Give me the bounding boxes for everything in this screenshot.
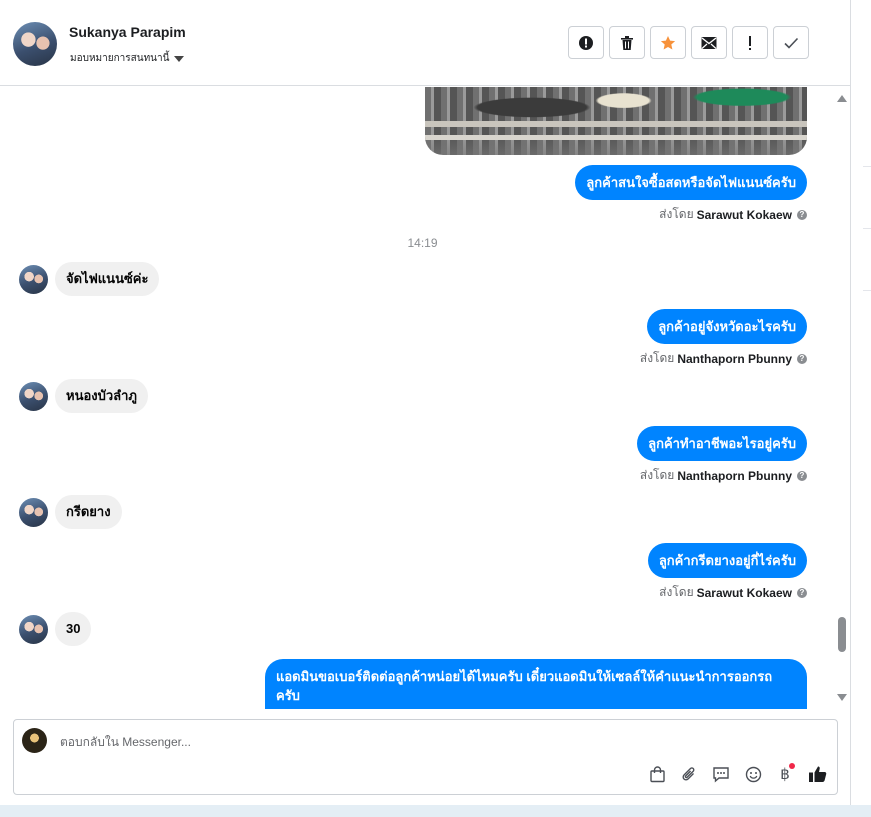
outgoing-message[interactable]: ลูกค้ากรีดยางอยู่กี่ไร่ครับ [647,543,807,578]
incoming-message-row: 30 [19,612,92,646]
star-icon [660,35,676,49]
caret-down-icon [174,55,185,62]
mark-unread-button[interactable] [691,26,727,59]
baht-icon[interactable]: ฿ [775,763,795,784]
check-icon [784,37,799,49]
sent-by-label: ส่งโดย Nanthaporn Pbunny ? [640,349,807,368]
notification-dot [789,763,795,769]
photo-detail [425,135,807,140]
incoming-message[interactable]: หนองบัวลำภู [55,379,148,413]
sender-name[interactable]: Nanthaporn Pbunny [677,352,792,366]
saved-reply-icon[interactable] [711,764,731,784]
sent-by-label: ส่งโดย Sarawut Kokaew ? [659,583,807,602]
page-background [0,805,871,817]
done-button[interactable] [773,26,809,59]
incoming-message[interactable]: จัดไฟแนนซ์ค่ะ [55,262,160,296]
sent-by-label: ส่งโดย Sarawut Kokaew ? [659,205,807,224]
engine-photo[interactable] [425,87,807,155]
contact-avatar-small[interactable] [19,264,48,294]
message-line: แอดมินขอเบอร์ติดต่อลูกค้าหน่อยได้ไหมครับ… [276,669,773,684]
attachment-icon[interactable] [679,764,699,784]
outgoing-message-long[interactable]: แอดมินขอเบอร์ติดต่อลูกค้าหน่อยได้ไหมครับ… [265,659,807,709]
action-toolbar [568,26,809,59]
timestamp: 14:19 [407,236,438,250]
help-icon[interactable]: ? [797,470,807,481]
outgoing-message[interactable]: ลูกค้าสนใจซื้อสดหรือจัดไฟแนนซ์ครับ [575,165,807,200]
reply-input[interactable] [58,730,562,754]
sent-by-prefix: ส่งโดย [639,468,675,482]
divider [863,228,871,229]
delete-button[interactable] [609,26,645,59]
side-panel-edge [851,0,871,805]
sender-name[interactable]: Sarawut Kokaew [697,586,792,600]
sent-by-prefix: ส่งโดย [659,207,694,221]
sent-by-prefix: ส่งโดย [639,351,675,365]
message-line: ครับ [276,688,300,703]
exclamation-icon [749,35,751,50]
incoming-message-row: กรีดยาง [19,495,122,529]
conversation-header: Sukanya Parapim มอบหมายการสนทนานี้ [0,0,850,86]
scroll-up-arrow-icon[interactable] [837,95,847,102]
page-avatar [22,728,47,753]
message-thread: ลูกค้าสนใจซื้อสดหรือจัดไฟแนนซ์ครับ ส่งโด… [0,87,850,709]
photo-detail [425,121,807,127]
shop-bag-icon[interactable] [647,764,667,784]
sender-name[interactable]: Sarawut Kokaew [697,208,792,222]
envelope-icon [701,36,717,49]
incoming-message[interactable]: กรีดยาง [55,495,122,529]
help-icon[interactable]: ? [797,587,807,598]
emoji-icon[interactable] [743,764,763,784]
sent-by-label: ส่งโดย Nanthaporn Pbunny ? [640,466,807,485]
contact-avatar-small[interactable] [19,381,48,411]
divider [863,290,871,291]
star-button[interactable] [650,26,686,59]
incoming-message-row: จัดไฟแนนซ์ค่ะ [19,262,160,296]
sent-by-prefix: ส่งโดย [659,585,694,599]
thread-scrollbar[interactable] [833,87,850,709]
trash-icon [621,35,633,50]
divider [863,166,871,167]
contact-avatar-small[interactable] [19,614,48,644]
baht-symbol: ฿ [780,766,790,783]
composer-tools: ฿ [647,763,827,784]
alert-circle-icon [579,35,593,50]
outgoing-message[interactable]: ลูกค้าอยู่จังหวัดอะไรครับ [647,309,807,344]
incoming-message-row: หนองบัวลำภู [19,379,148,413]
like-icon[interactable] [807,764,827,784]
sender-name[interactable]: Nanthaporn Pbunny [677,469,792,483]
scrollbar-thumb[interactable] [838,617,846,652]
incoming-message[interactable]: 30 [55,612,92,646]
contact-name[interactable]: Sukanya Parapim [69,24,186,40]
help-icon[interactable]: ? [797,209,807,220]
assign-label: มอบหมายการสนทนานี้ [70,53,170,64]
contact-avatar-small[interactable] [19,497,48,527]
conversation-window: Sukanya Parapim มอบหมายการสนทนานี้ ลูกค้… [0,0,851,805]
outgoing-message[interactable]: ลูกค้าทำอาชีพอะไรอยู่ครับ [637,426,807,461]
help-icon[interactable]: ? [797,353,807,364]
important-button[interactable] [732,26,768,59]
reply-composer: ฿ [13,719,838,795]
contact-avatar[interactable] [13,22,57,66]
spam-button[interactable] [568,26,604,59]
scroll-down-arrow-icon[interactable] [837,694,847,701]
assign-conversation-dropdown[interactable]: มอบหมายการสนทนานี้ [70,51,185,66]
